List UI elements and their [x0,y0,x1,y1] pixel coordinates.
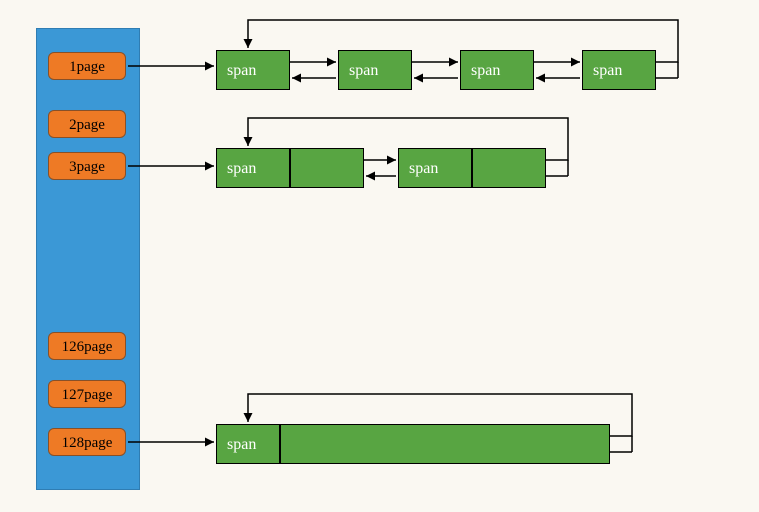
page-button-126: 126page [48,332,126,360]
page-sidebar [36,28,140,490]
span-box-r2-1b [290,148,364,188]
span-box-r2-2b [472,148,546,188]
span-box-r2-1a: span [216,148,290,188]
span-box-r2-2a: span [398,148,472,188]
span-box-r1-1: span [216,50,290,90]
span-box-r1-2: span [338,50,412,90]
page-button-128: 128page [48,428,126,456]
page-button-1: 1page [48,52,126,80]
page-button-127: 127page [48,380,126,408]
span-box-r1-3: span [460,50,534,90]
span-box-r3-1a: span [216,424,280,464]
span-box-r1-4: span [582,50,656,90]
page-button-3: 3page [48,152,126,180]
page-button-2: 2page [48,110,126,138]
span-box-r3-1b [280,424,610,464]
